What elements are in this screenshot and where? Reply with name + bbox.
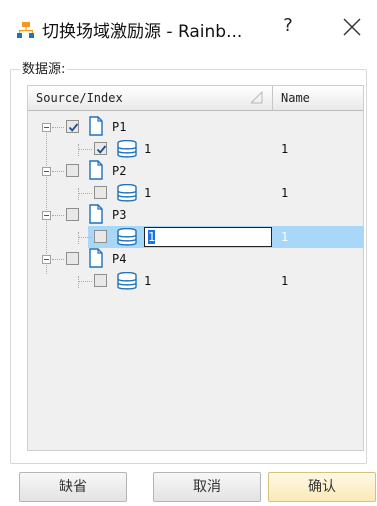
tree-line bbox=[78, 149, 92, 150]
document-icon bbox=[89, 204, 103, 224]
checkbox-p3[interactable] bbox=[66, 208, 79, 221]
tree-row-p3-index[interactable]: 1 1 bbox=[28, 226, 363, 248]
collapse-toggle[interactable] bbox=[42, 255, 51, 264]
sort-indicator-icon bbox=[250, 91, 263, 104]
title-bar: 切换场域激励源 - Rainb... ? bbox=[0, 0, 377, 56]
app-icon bbox=[17, 22, 34, 38]
tree-row-p4-index[interactable]: 1 1 bbox=[28, 270, 363, 292]
column-header-source[interactable]: Source/Index bbox=[36, 86, 123, 111]
document-icon bbox=[89, 160, 103, 180]
checkbox-p1-1[interactable] bbox=[94, 142, 107, 155]
default-button[interactable]: 缺省 bbox=[19, 472, 127, 502]
database-icon bbox=[117, 272, 137, 290]
index-label: 1 bbox=[144, 186, 152, 200]
checkbox-p4-1[interactable] bbox=[94, 274, 107, 287]
collapse-toggle[interactable] bbox=[42, 211, 51, 220]
window-title: 切换场域激励源 - Rainb... bbox=[42, 22, 243, 42]
name-cell: 1 bbox=[281, 142, 289, 156]
source-tree[interactable]: Source/Index Name P1 1 1 P2 1 1 P3 1 1 P… bbox=[27, 85, 364, 451]
tree-line bbox=[78, 237, 92, 238]
document-icon bbox=[89, 248, 103, 268]
index-edit-value: 1 bbox=[148, 230, 156, 244]
column-header-name[interactable]: Name bbox=[281, 86, 310, 111]
cancel-button[interactable]: 取消 bbox=[153, 472, 261, 502]
name-cell: 1 bbox=[281, 230, 289, 244]
document-icon bbox=[89, 116, 103, 136]
checkbox-p2-1[interactable] bbox=[94, 186, 107, 199]
tree-line bbox=[78, 281, 92, 282]
checkbox-p3-1[interactable] bbox=[94, 230, 107, 243]
source-label: P4 bbox=[112, 252, 127, 266]
column-separator[interactable] bbox=[272, 86, 273, 111]
index-label: 1 bbox=[144, 274, 152, 288]
help-button[interactable]: ? bbox=[276, 15, 300, 41]
source-label: P2 bbox=[112, 164, 127, 178]
checkbox-p4[interactable] bbox=[66, 252, 79, 265]
tree-row-p2-index[interactable]: 1 1 bbox=[28, 182, 363, 204]
close-icon[interactable] bbox=[339, 14, 365, 40]
checkbox-p1[interactable] bbox=[66, 120, 79, 133]
name-cell: 1 bbox=[281, 186, 289, 200]
source-label: P1 bbox=[112, 120, 127, 134]
tree-line bbox=[52, 215, 64, 216]
collapse-toggle[interactable] bbox=[42, 167, 51, 176]
name-cell: 1 bbox=[281, 274, 289, 288]
checkbox-p2[interactable] bbox=[66, 164, 79, 177]
index-label: 1 bbox=[144, 142, 152, 156]
tree-line bbox=[78, 193, 92, 194]
tree-row-p3[interactable]: P3 bbox=[28, 204, 363, 226]
index-edit-field[interactable]: 1 bbox=[144, 227, 272, 247]
tree-row-p1-index[interactable]: 1 1 bbox=[28, 138, 363, 160]
database-icon bbox=[117, 140, 137, 158]
confirm-button[interactable]: 确认 bbox=[268, 472, 376, 502]
database-icon bbox=[117, 228, 137, 246]
database-icon bbox=[117, 184, 137, 202]
source-label: P3 bbox=[112, 208, 127, 222]
group-label: 数据源: bbox=[20, 58, 68, 77]
tree-row-p2[interactable]: P2 bbox=[28, 160, 363, 182]
collapse-toggle[interactable] bbox=[42, 123, 51, 132]
tree-row-p1[interactable]: P1 bbox=[28, 116, 363, 138]
tree-line bbox=[52, 259, 64, 260]
tree-line bbox=[52, 127, 64, 128]
tree-header: Source/Index Name bbox=[28, 86, 363, 111]
tree-line bbox=[52, 171, 64, 172]
tree-row-p4[interactable]: P4 bbox=[28, 248, 363, 270]
